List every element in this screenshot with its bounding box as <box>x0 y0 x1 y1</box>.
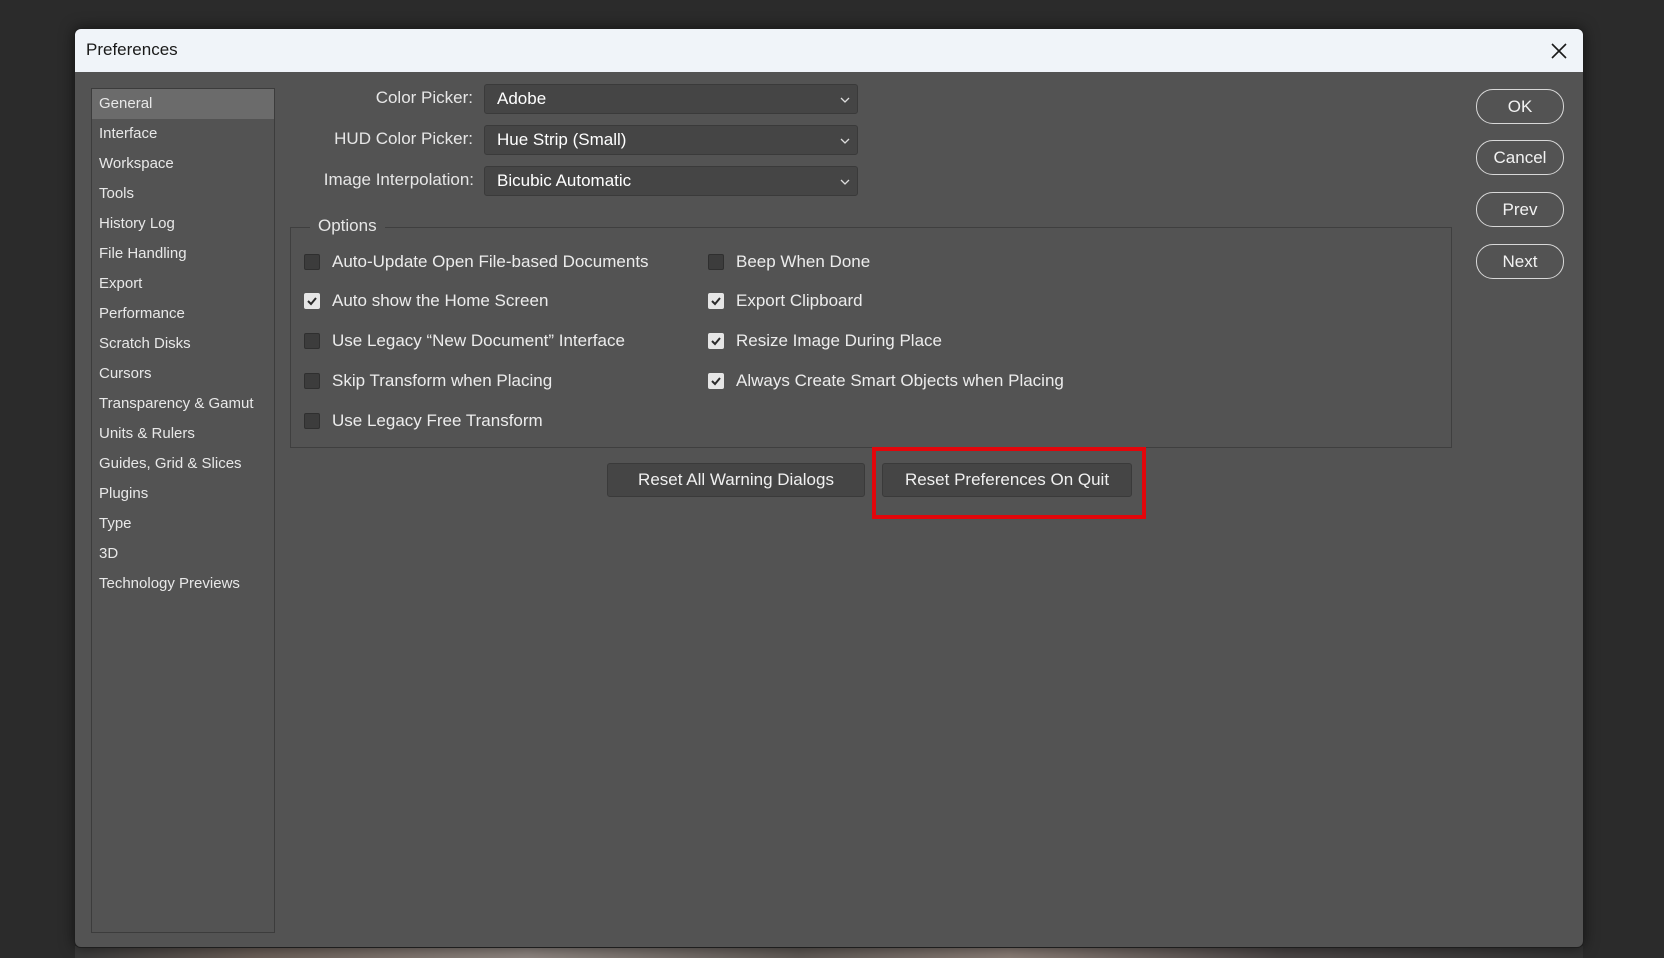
option-resize-image-during-place[interactable]: Resize Image During Place <box>708 329 942 353</box>
chevron-down-icon <box>840 179 850 185</box>
checkbox-checked[interactable] <box>304 293 320 309</box>
checkbox-checked[interactable] <box>708 373 724 389</box>
sidebar-item-transparency-gamut[interactable]: Transparency & Gamut <box>92 389 274 419</box>
checkmark-icon <box>711 377 721 386</box>
sidebar-item-cursors[interactable]: Cursors <box>92 359 274 389</box>
options-legend: Options <box>310 216 385 236</box>
option-auto-update-documents[interactable]: Auto-Update Open File-based Documents <box>304 250 649 274</box>
cancel-button[interactable]: Cancel <box>1476 140 1564 175</box>
color-picker-label: Color Picker: <box>375 88 473 107</box>
sidebar-item-scratch-disks[interactable]: Scratch Disks <box>92 329 274 359</box>
sidebar-item-type[interactable]: Type <box>92 509 274 539</box>
sidebar-item-3d[interactable]: 3D <box>92 539 274 569</box>
sidebar-item-units-rulers[interactable]: Units & Rulers <box>92 419 274 449</box>
option-smart-objects-placing[interactable]: Always Create Smart Objects when Placing <box>708 369 1064 393</box>
sidebar-item-performance[interactable]: Performance <box>92 299 274 329</box>
option-legacy-free-transform[interactable]: Use Legacy Free Transform <box>304 409 543 433</box>
checkbox[interactable] <box>304 333 320 349</box>
chevron-down-icon <box>840 97 850 103</box>
checkbox[interactable] <box>304 254 320 270</box>
color-picker-value: Adobe <box>497 89 547 108</box>
checkbox-checked[interactable] <box>708 333 724 349</box>
next-button[interactable]: Next <box>1476 244 1564 279</box>
preferences-sidebar: General Interface Workspace Tools Histor… <box>91 88 275 933</box>
image-interpolation-value: Bicubic Automatic <box>497 171 632 190</box>
hud-color-picker-value: Hue Strip (Small) <box>497 130 627 149</box>
option-label: Beep When Done <box>736 252 871 271</box>
option-label: Use Legacy “New Document” Interface <box>332 331 625 350</box>
hud-color-picker-label: HUD Color Picker: <box>334 129 473 148</box>
sidebar-item-technology-previews[interactable]: Technology Previews <box>92 569 274 599</box>
option-label: Export Clipboard <box>736 291 863 310</box>
sidebar-item-file-handling[interactable]: File Handling <box>92 239 274 269</box>
checkbox[interactable] <box>708 254 724 270</box>
close-button[interactable] <box>1535 29 1583 72</box>
title-bar: Preferences <box>75 29 1583 72</box>
sidebar-item-guides-grid-slices[interactable]: Guides, Grid & Slices <box>92 449 274 479</box>
sidebar-item-history-log[interactable]: History Log <box>92 209 274 239</box>
option-label: Auto-Update Open File-based Documents <box>332 252 649 271</box>
option-label: Skip Transform when Placing <box>332 371 553 390</box>
close-icon <box>1551 42 1567 59</box>
image-interpolation-select[interactable]: Bicubic Automatic <box>484 166 858 196</box>
option-label: Resize Image During Place <box>736 331 942 350</box>
sidebar-item-export[interactable]: Export <box>92 269 274 299</box>
checkmark-icon <box>711 337 721 346</box>
hud-color-picker-select[interactable]: Hue Strip (Small) <box>484 125 858 155</box>
checkbox[interactable] <box>304 413 320 429</box>
option-legacy-new-document[interactable]: Use Legacy “New Document” Interface <box>304 329 625 353</box>
option-label: Auto show the Home Screen <box>332 291 549 310</box>
checkbox[interactable] <box>304 373 320 389</box>
reset-warning-dialogs-button[interactable]: Reset All Warning Dialogs <box>607 463 865 497</box>
option-skip-transform[interactable]: Skip Transform when Placing <box>304 369 552 393</box>
dialog-title: Preferences <box>86 40 178 59</box>
highlight-box <box>872 447 1146 519</box>
ok-button[interactable]: OK <box>1476 89 1564 124</box>
sidebar-item-plugins[interactable]: Plugins <box>92 479 274 509</box>
option-label: Always Create Smart Objects when Placing <box>736 371 1064 390</box>
option-label: Use Legacy Free Transform <box>332 411 543 430</box>
prev-button[interactable]: Prev <box>1476 192 1564 227</box>
chevron-down-icon <box>840 138 850 144</box>
color-picker-select[interactable]: Adobe <box>484 84 858 114</box>
option-auto-show-home-screen[interactable]: Auto show the Home Screen <box>304 289 548 313</box>
checkbox-checked[interactable] <box>708 293 724 309</box>
option-export-clipboard[interactable]: Export Clipboard <box>708 289 863 313</box>
image-interpolation-label: Image Interpolation: <box>323 170 474 189</box>
option-beep-when-done[interactable]: Beep When Done <box>708 250 870 274</box>
checkmark-icon <box>307 297 317 306</box>
preferences-dialog: Preferences General Interface Workspace … <box>74 28 1584 948</box>
checkmark-icon <box>711 297 721 306</box>
